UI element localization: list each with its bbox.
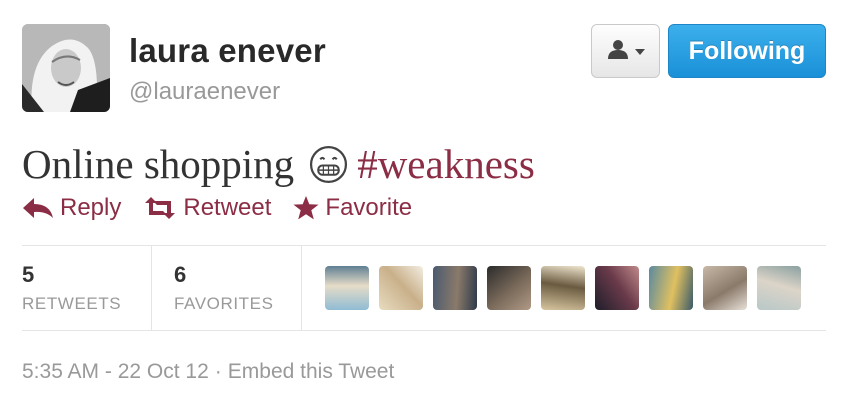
reply-label: Reply	[60, 194, 122, 221]
favoriter-avatar[interactable]	[379, 266, 423, 310]
tweet-meta: 5:35 AM - 22 Oct 12 · Embed this Tweet	[22, 360, 394, 384]
embed-tweet-link[interactable]: Embed this Tweet	[228, 360, 395, 383]
favoriter-avatar[interactable]	[433, 266, 477, 310]
favoriter-avatar[interactable]	[703, 266, 747, 310]
user-name[interactable]: laura enever	[129, 32, 326, 70]
retweet-label: Retweet	[183, 194, 272, 221]
retweets-count: 5	[22, 262, 35, 287]
reply-button[interactable]: Reply	[22, 194, 121, 222]
favoriter-avatar[interactable]	[649, 266, 693, 310]
tweet-body: Online shopping	[22, 141, 295, 187]
tweet-actions: Reply Retweet Favorite	[22, 194, 434, 222]
stats-divider	[301, 246, 302, 330]
retweet-button[interactable]: Retweet	[143, 194, 271, 222]
user-handle[interactable]: @lauraenever	[129, 78, 280, 106]
tweet-text: Online shopping #weakness	[22, 140, 535, 188]
favoriter-avatar[interactable]	[541, 266, 585, 310]
retweets-label: RETWEETS	[22, 294, 122, 313]
favoriter-avatar[interactable]	[757, 266, 801, 310]
reply-arrow-icon	[22, 197, 54, 219]
grinning-face-icon	[308, 144, 349, 185]
caret-down-icon	[634, 42, 645, 60]
avatar[interactable]	[22, 24, 110, 112]
favorite-label: Favorite	[325, 194, 413, 221]
favorites-label: FAVORITES	[174, 294, 274, 313]
meta-separator: ·	[214, 360, 222, 383]
favoriters-list	[325, 266, 801, 310]
following-button[interactable]: Following	[668, 24, 826, 78]
person-icon	[607, 39, 629, 64]
retweet-icon	[143, 197, 177, 219]
hashtag-link[interactable]: #weakness	[357, 140, 535, 188]
favorite-button[interactable]: Favorite	[293, 194, 412, 222]
divider-bottom	[22, 330, 826, 331]
divider-top	[22, 245, 826, 246]
stats-divider	[151, 246, 152, 330]
star-icon	[293, 196, 319, 220]
favoriter-avatar[interactable]	[487, 266, 531, 310]
favoriter-avatar[interactable]	[325, 266, 369, 310]
user-actions-button[interactable]	[591, 24, 660, 78]
tweet-timestamp[interactable]: 5:35 AM - 22 Oct 12	[22, 360, 209, 383]
favorites-count: 6	[174, 262, 187, 287]
favoriter-avatar[interactable]	[595, 266, 639, 310]
